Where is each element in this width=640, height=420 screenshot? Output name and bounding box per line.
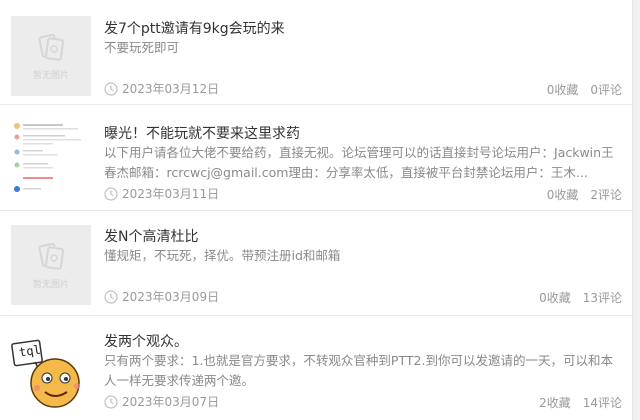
image-placeholder-icon [38, 242, 65, 270]
list-item[interactable]: 暂无图片 发N个高清杜比 懂规矩，不玩死，择优。带预注册id和邮箱 2023年0… [0, 211, 632, 316]
post-stats: 0收藏 0评论 [547, 81, 622, 98]
post-description: 以下用户请各位大佬不要给药，直接无视。论坛管理可以的话直接封号论坛用户：Jack… [104, 145, 614, 180]
post-thumbnail[interactable]: 暂无图片 [11, 225, 91, 305]
post-date-text: 2023年03月07日 [122, 395, 220, 409]
post-date: 2023年03月12日 [104, 80, 219, 97]
post-stats: 2收藏 14评论 [539, 394, 622, 411]
post-description: 不要玩死即可 [104, 40, 180, 55]
favorites-count: 0收藏 [546, 188, 579, 202]
post-date: 2023年03月07日 [104, 393, 219, 410]
scrollbar[interactable] [633, 0, 640, 420]
post-thumbnail[interactable] [11, 119, 91, 199]
sticker-text: tql [18, 342, 42, 360]
clock-icon [104, 187, 118, 200]
post-title[interactable]: 发7个ptt邀请有9kg会玩的来 [104, 18, 285, 38]
comments-count: 0评论 [590, 83, 622, 97]
post-thumbnail[interactable]: tql [11, 328, 91, 408]
placeholder-label: 暂无图片 [32, 279, 69, 290]
post-title[interactable]: 曝光！不能玩就不要来这里求药 [104, 123, 300, 143]
post-stats: 0收藏 2评论 [547, 186, 622, 203]
post-date-text: 2023年03月09日 [122, 290, 220, 304]
favorites-count: 0收藏 [546, 83, 579, 97]
screenshot-thumbnail [11, 119, 91, 199]
placeholder-label: 暂无图片 [32, 70, 69, 81]
list-item[interactable]: 暂无图片 发7个ptt邀请有9kg会玩的来 不要玩死即可 2023年03月12日… [0, 0, 632, 105]
favorites-count: 0收藏 [539, 291, 571, 305]
post-thumbnail[interactable]: 暂无图片 [11, 16, 91, 96]
post-date: 2023年03月11日 [104, 185, 219, 202]
emoji-sticker-image [11, 328, 91, 408]
clock-icon [104, 82, 118, 95]
clock-icon [104, 290, 118, 303]
post-date-text: 2023年03月11日 [122, 187, 220, 201]
post-title[interactable]: 发两个观众。 [104, 331, 188, 351]
image-placeholder-icon [38, 33, 65, 61]
post-description: 懂规矩，不玩死，择优。带预注册id和邮箱 [104, 248, 341, 263]
clock-icon [104, 395, 118, 408]
post-list: 暂无图片 发7个ptt邀请有9kg会玩的来 不要玩死即可 2023年03月12日… [0, 0, 633, 420]
list-item[interactable]: tql 发两个观众。 只有两个要求：1.也就是官方要求，不转观众官种到PTT2.… [0, 316, 632, 420]
post-date-text: 2023年03月12日 [122, 82, 220, 96]
post-title[interactable]: 发N个高清杜比 [104, 226, 198, 246]
post-date: 2023年03月09日 [104, 288, 219, 305]
favorites-count: 2收藏 [539, 396, 571, 410]
post-description: 只有两个要求：1.也就是官方要求，不转观众官种到PTT2.到你可以发邀请的一天，… [104, 353, 613, 388]
comments-count: 2评论 [590, 188, 622, 202]
list-item[interactable]: 曝光！不能玩就不要来这里求药 以下用户请各位大佬不要给药，直接无视。论坛管理可以… [0, 105, 632, 211]
post-stats: 0收藏 13评论 [539, 289, 622, 306]
comments-count: 14评论 [582, 396, 622, 410]
comments-count: 13评论 [582, 291, 622, 305]
